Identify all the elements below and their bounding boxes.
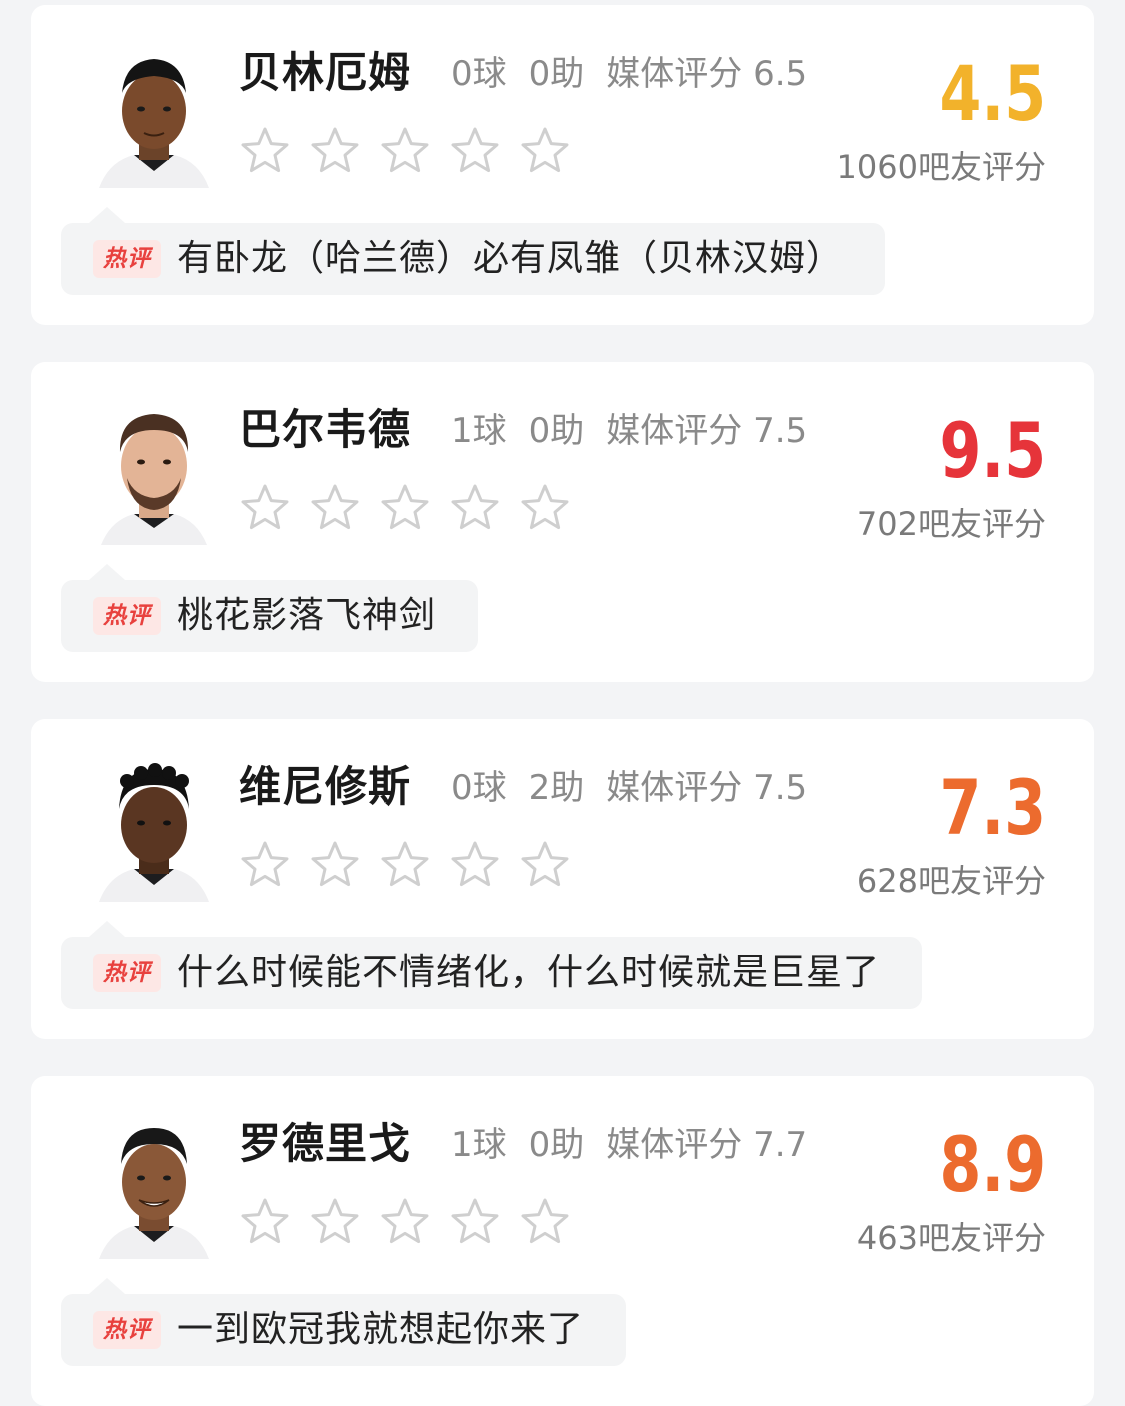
media-rating: 媒体评分 7.5: [606, 411, 808, 451]
fan-score: 9.5: [939, 406, 1046, 495]
star-icon[interactable]: [379, 1196, 431, 1248]
hot-comment[interactable]: 热评 桃花影落飞神剑: [61, 564, 479, 652]
player-card[interactable]: 罗德里戈 1球 0助 媒体评分 7.7 8.9 463吧友评分 热评 一到欧冠我就想…: [31, 1076, 1094, 1406]
assists: 0助: [528, 54, 585, 94]
player-avatar[interactable]: [89, 43, 219, 188]
media-rating: 媒体评分 7.7: [606, 1125, 808, 1165]
player-avatar[interactable]: [89, 400, 219, 545]
star-icon[interactable]: [519, 1196, 571, 1248]
player-card[interactable]: 维尼修斯 0球 2助 媒体评分 7.5 7.3 628吧友评分 热评 什么时候能不情…: [31, 719, 1094, 1039]
star-icon[interactable]: [239, 839, 291, 891]
fan-score: 7.3: [939, 763, 1046, 852]
star-icon[interactable]: [239, 1196, 291, 1248]
star-rating[interactable]: [239, 1196, 571, 1248]
player-avatar[interactable]: [89, 1114, 219, 1259]
hot-comment-badge: 热评: [93, 240, 161, 278]
player-stats: 1球 0助 媒体评分 7.5: [451, 408, 807, 454]
hot-comment[interactable]: 热评 一到欧冠我就想起你来了: [61, 1278, 627, 1366]
star-icon[interactable]: [449, 125, 501, 177]
player-card[interactable]: 贝林厄姆 0球 0助 媒体评分 6.5 4.5 1060吧友评分 热评 有卧龙（哈兰…: [31, 5, 1094, 325]
star-icon[interactable]: [519, 125, 571, 177]
goals: 0球: [451, 54, 507, 94]
vote-count: 463吧友评分: [856, 1219, 1046, 1257]
assists: 0助: [528, 411, 585, 451]
star-icon[interactable]: [449, 1196, 501, 1248]
player-stats: 0球 2助 媒体评分 7.5: [451, 765, 807, 811]
player-avatar[interactable]: [89, 757, 219, 902]
hot-comment-badge: 热评: [93, 954, 161, 992]
media-rating: 媒体评分 6.5: [606, 54, 808, 94]
hot-comment-text: 什么时候能不情绪化，什么时候就是巨星了: [177, 952, 881, 993]
hot-comment[interactable]: 热评 什么时候能不情绪化，什么时候就是巨星了: [61, 921, 923, 1009]
player-name: 维尼修斯: [239, 762, 412, 811]
star-icon[interactable]: [379, 839, 431, 891]
player-name: 巴尔韦德: [239, 405, 412, 454]
star-icon[interactable]: [519, 839, 571, 891]
player-stats: 0球 0助 媒体评分 6.5: [451, 51, 807, 97]
assists: 0助: [528, 1125, 585, 1165]
player-name: 罗德里戈: [239, 1119, 412, 1168]
goals: 1球: [451, 1125, 507, 1165]
star-icon[interactable]: [449, 482, 501, 534]
fan-score: 8.9: [939, 1120, 1046, 1209]
star-icon[interactable]: [379, 125, 431, 177]
vote-count: 1060吧友评分: [836, 148, 1046, 186]
hot-comment-badge: 热评: [93, 1311, 161, 1349]
vote-count: 702吧友评分: [856, 505, 1046, 543]
star-rating[interactable]: [239, 482, 571, 534]
star-icon[interactable]: [309, 1196, 361, 1248]
star-icon[interactable]: [309, 125, 361, 177]
hot-comment-text: 桃花影落飞神剑: [177, 595, 437, 636]
hot-comment-text: 一到欧冠我就想起你来了: [177, 1309, 585, 1350]
star-rating[interactable]: [239, 839, 571, 891]
hot-comment[interactable]: 热评 有卧龙（哈兰德）必有凤雏（贝林汉姆）: [61, 207, 886, 295]
star-icon[interactable]: [239, 125, 291, 177]
assists: 2助: [528, 768, 585, 808]
fan-score: 4.5: [939, 49, 1046, 138]
goals: 0球: [451, 768, 507, 808]
media-rating: 媒体评分 7.5: [606, 768, 808, 808]
vote-count: 628吧友评分: [856, 862, 1046, 900]
hot-comment-text: 有卧龙（哈兰德）必有凤雏（贝林汉姆）: [177, 238, 844, 279]
player-stats: 1球 0助 媒体评分 7.7: [451, 1122, 807, 1168]
player-name: 贝林厄姆: [239, 48, 412, 97]
star-icon[interactable]: [239, 482, 291, 534]
player-card[interactable]: 巴尔韦德 1球 0助 媒体评分 7.5 9.5 702吧友评分 热评 桃花影落飞神剑: [31, 362, 1094, 682]
star-icon[interactable]: [379, 482, 431, 534]
hot-comment-badge: 热评: [93, 597, 161, 635]
star-icon[interactable]: [309, 482, 361, 534]
goals: 1球: [451, 411, 507, 451]
star-icon[interactable]: [449, 839, 501, 891]
star-icon[interactable]: [309, 839, 361, 891]
star-icon[interactable]: [519, 482, 571, 534]
star-rating[interactable]: [239, 125, 571, 177]
